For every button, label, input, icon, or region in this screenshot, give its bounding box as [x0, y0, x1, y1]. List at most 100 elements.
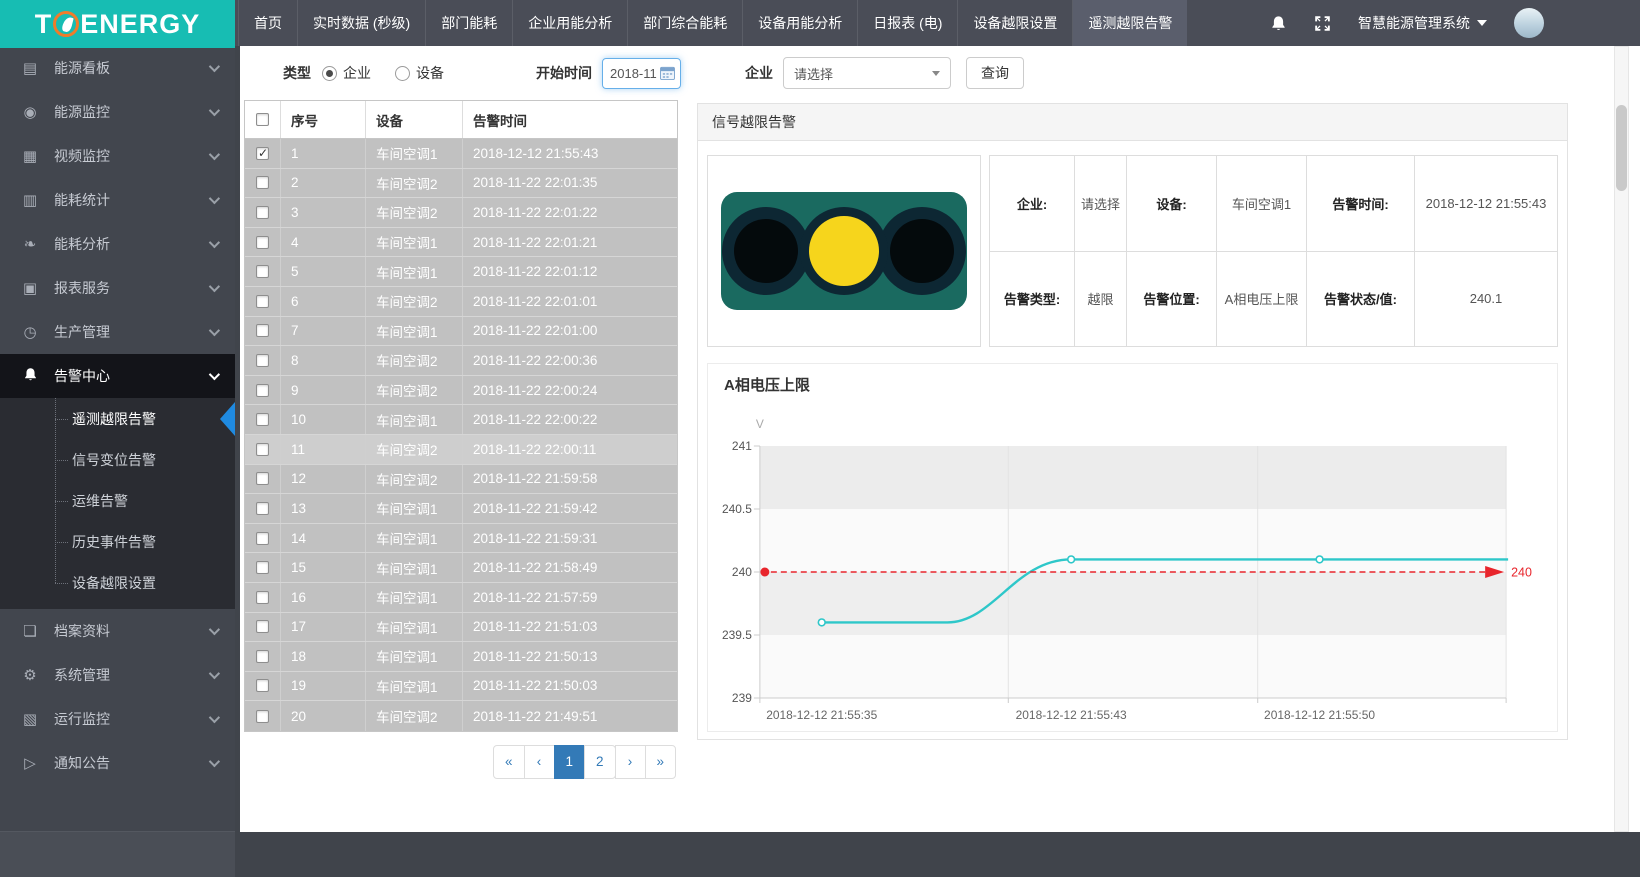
table-row[interactable]: 3 车间空调2 2018-11-22 22:01:22 [245, 198, 677, 228]
sidebar-subitem[interactable]: 历史事件告警 [0, 521, 235, 562]
sidebar-item[interactable]: ⚙ 系统管理 [0, 653, 235, 697]
topnav-item-label: 设备越限设置 [973, 13, 1057, 33]
bell-icon [20, 367, 40, 386]
sidebar-item[interactable]: ▥ 能耗统计 [0, 178, 235, 222]
table-row[interactable]: 14 车间空调1 2018-11-22 21:59:31 [245, 524, 677, 554]
cell-time: 2018-11-22 22:01:12 [462, 257, 677, 286]
table-row[interactable]: 2 车间空调2 2018-11-22 22:01:35 [245, 169, 677, 199]
row-checkbox[interactable] [256, 561, 269, 574]
row-checkbox[interactable] [256, 591, 269, 604]
topnav-item[interactable]: 设备用能分析 [742, 0, 857, 46]
film-icon: ▦ [20, 147, 40, 165]
table-row[interactable]: 16 车间空调1 2018-11-22 21:57:59 [245, 583, 677, 613]
cell-no: 8 [280, 346, 365, 375]
enterprise-select[interactable]: 请选择 [783, 57, 951, 89]
sidebar-subitem[interactable]: 设备越限设置 [0, 562, 235, 603]
row-checkbox[interactable] [256, 472, 269, 485]
row-checkbox[interactable] [256, 679, 269, 692]
radio-enterprise[interactable]: 企业 [322, 63, 371, 83]
topnav-item[interactable]: 实时数据 (秒级) [297, 0, 425, 46]
row-checkbox[interactable] [256, 265, 269, 278]
table-row[interactable]: 12 车间空调2 2018-11-22 21:59:58 [245, 465, 677, 495]
table-row[interactable]: 5 车间空调1 2018-11-22 22:01:12 [245, 257, 677, 287]
table-row[interactable]: 4 车间空调1 2018-11-22 22:01:21 [245, 228, 677, 258]
table-row[interactable]: 9 车间空调2 2018-11-22 22:00:24 [245, 376, 677, 406]
topnav-item[interactable]: 首页 [238, 0, 297, 46]
row-checkbox[interactable] [256, 236, 269, 249]
row-checkbox[interactable] [256, 324, 269, 337]
select-all-checkbox[interactable] [256, 113, 269, 126]
row-checkbox[interactable] [256, 206, 269, 219]
table-row[interactable]: 10 车间空调1 2018-11-22 22:00:22 [245, 405, 677, 435]
sidebar-item[interactable]: ▦ 视频监控 [0, 134, 235, 178]
row-checkbox[interactable] [256, 384, 269, 397]
sidebar-item[interactable]: ❏ 档案资料 [0, 609, 235, 653]
sidebar-subitem[interactable]: 运维告警 [0, 480, 235, 521]
table-row[interactable]: 17 车间空调1 2018-11-22 21:51:03 [245, 613, 677, 643]
table-row[interactable]: 13 车间空调1 2018-11-22 21:59:42 [245, 494, 677, 524]
sidebar-item[interactable]: ◉ 能源监控 [0, 90, 235, 134]
page-next-button[interactable]: › [615, 745, 646, 779]
topnav-item[interactable]: 部门综合能耗 [627, 0, 742, 46]
row-checkbox[interactable] [256, 354, 269, 367]
table-row[interactable]: 18 车间空调1 2018-11-22 21:50:13 [245, 642, 677, 672]
row-checkbox[interactable] [256, 650, 269, 663]
sidebar-item[interactable]: ▧ 运行监控 [0, 697, 235, 741]
cell-device: 车间空调1 [365, 524, 462, 553]
table-row[interactable]: 6 车间空调2 2018-11-22 22:01:01 [245, 287, 677, 317]
sidebar-item[interactable]: ▷ 通知公告 [0, 741, 235, 785]
sidebar-item-label: 系统管理 [54, 665, 209, 685]
sidebar-item[interactable]: ◷ 生产管理 [0, 310, 235, 354]
topnav-item[interactable]: 遥测越限告警 [1072, 0, 1187, 46]
row-checkbox[interactable] [256, 176, 269, 189]
page-last-button[interactable]: » [645, 745, 677, 779]
topnav-item[interactable]: 设备越限设置 [957, 0, 1072, 46]
cell-no: 13 [280, 494, 365, 523]
row-checkbox[interactable] [256, 620, 269, 633]
calendar-icon[interactable] [660, 66, 675, 80]
info-label-enterprise: 企业: [990, 156, 1074, 251]
chart-title: A相电压上限 [724, 374, 810, 395]
topnav-item[interactable]: 企业用能分析 [512, 0, 627, 46]
table-row[interactable]: 1 车间空调1 2018-12-12 21:55:43 [245, 139, 677, 169]
table-row[interactable]: 8 车间空调2 2018-11-22 22:00:36 [245, 346, 677, 376]
sidebar-subitem[interactable]: 信号变位告警 [0, 439, 235, 480]
table-row[interactable]: 19 车间空调1 2018-11-22 21:50:03 [245, 672, 677, 702]
sidebar-item[interactable]: ▣ 报表服务 [0, 266, 235, 310]
avatar[interactable] [1514, 8, 1544, 38]
fullscreen-icon[interactable] [1314, 15, 1331, 32]
start-time-input[interactable] [610, 66, 660, 81]
scrollbar-thumb[interactable] [1616, 105, 1627, 191]
row-checkbox[interactable] [256, 710, 269, 723]
page-prev-button[interactable]: ‹ [524, 745, 555, 779]
row-checkbox[interactable] [256, 295, 269, 308]
notifications-bell-icon[interactable] [1270, 14, 1287, 33]
page-first-button[interactable]: « [493, 745, 525, 779]
page-number-button[interactable]: 2 [584, 745, 616, 779]
row-checkbox[interactable] [256, 413, 269, 426]
cell-device: 车间空调1 [365, 553, 462, 582]
topnav-item[interactable]: 部门能耗 [425, 0, 512, 46]
table-row[interactable]: 15 车间空调1 2018-11-22 21:58:49 [245, 553, 677, 583]
row-checkbox[interactable] [256, 532, 269, 545]
topnav-item[interactable]: 日报表 (电) [857, 0, 957, 46]
sidebar-bottom-items: ❏ 档案资料 ⚙ 系统管理 ▧ 运行监控 ▷ 通知公告 [0, 609, 235, 785]
search-button[interactable]: 查询 [966, 57, 1024, 89]
table-row[interactable]: 20 车间空调2 2018-11-22 21:49:51 [245, 701, 677, 731]
alarm-center-submenu: 遥测越限告警信号变位告警运维告警历史事件告警设备越限设置 [0, 398, 235, 609]
system-menu[interactable]: 智慧能源管理系统 [1358, 13, 1487, 33]
sidebar-item[interactable]: ❧ 能耗分析 [0, 222, 235, 266]
row-checkbox[interactable] [256, 502, 269, 515]
cell-time: 2018-11-22 21:57:59 [462, 583, 677, 612]
table-row[interactable]: 11 车间空调2 2018-11-22 22:00:11 [245, 435, 677, 465]
sidebar-item-alarm-center[interactable]: 告警中心 [0, 354, 235, 398]
row-checkbox[interactable] [256, 443, 269, 456]
row-checkbox[interactable] [256, 147, 269, 160]
cell-no: 20 [280, 701, 365, 731]
sidebar-item[interactable]: ▤ 能源看板 [0, 46, 235, 90]
page-number-button[interactable]: 1 [554, 745, 586, 779]
table-row[interactable]: 7 车间空调1 2018-11-22 22:01:00 [245, 317, 677, 347]
split-area-band [760, 572, 1506, 635]
sidebar-subitem[interactable]: 遥测越限告警 [0, 398, 235, 439]
radio-device[interactable]: 设备 [395, 63, 444, 83]
